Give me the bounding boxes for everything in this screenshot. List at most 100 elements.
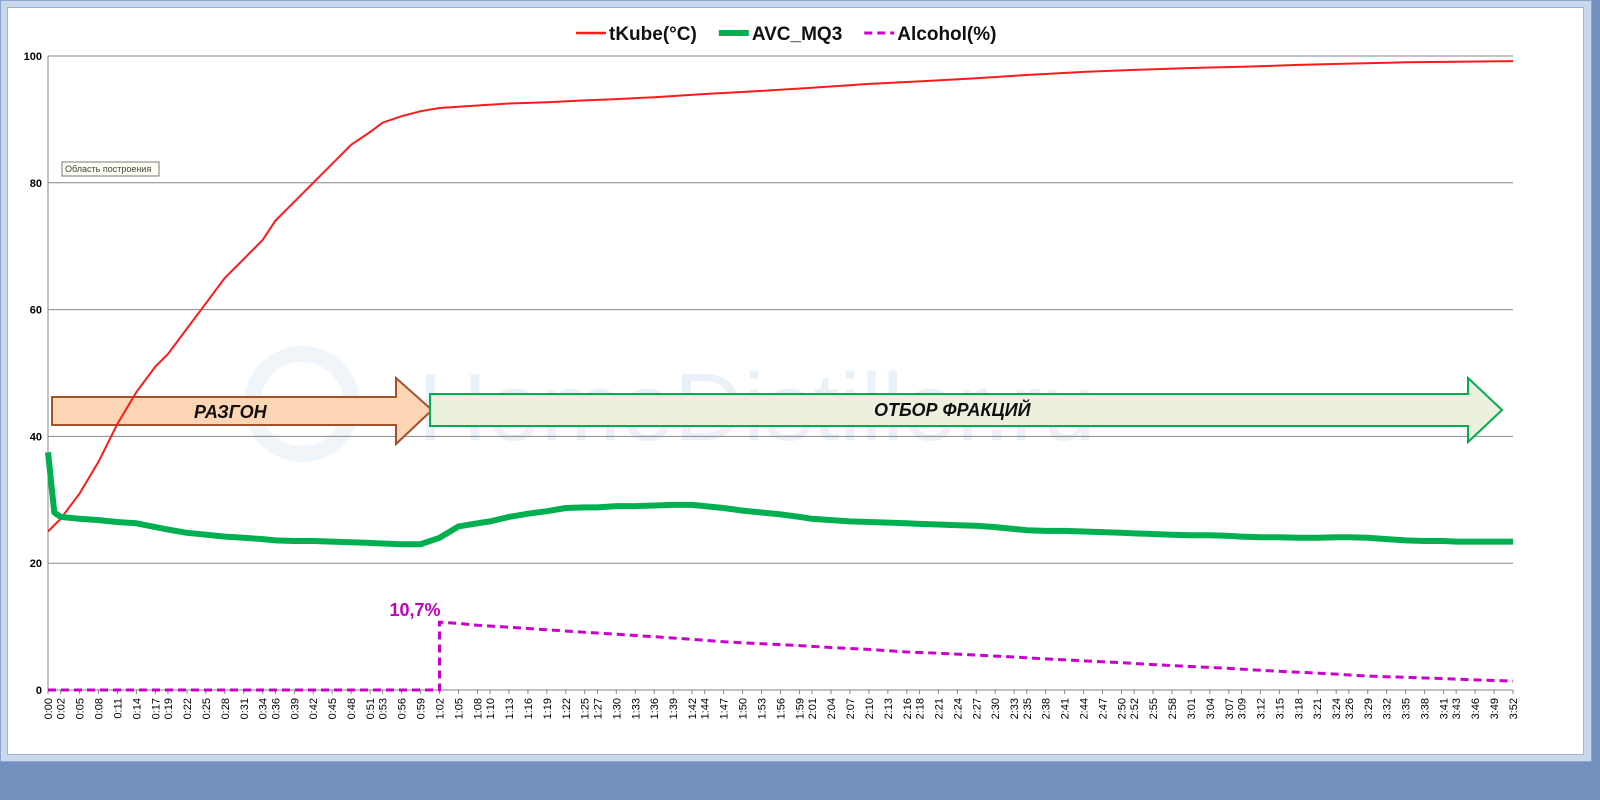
x-tick-label: 0:56 <box>397 698 409 719</box>
x-tick-label: 1:25 <box>580 698 592 719</box>
x-tick-label: 3:09 <box>1236 698 1248 719</box>
x-tick-label: 2:21 <box>933 698 945 719</box>
legend-item-1[interactable]: AVC_MQ3 <box>718 24 842 45</box>
series-line-2 <box>48 620 1514 692</box>
x-tick-label: 1:13 <box>504 698 516 719</box>
x-tick-label: 0:11 <box>112 698 124 719</box>
x-tick-label: 3:52 <box>1508 698 1520 719</box>
x-tick-label: 0:00 <box>43 698 55 719</box>
legend-label: AVC_MQ3 <box>752 24 842 45</box>
x-tick-label: 2:35 <box>1022 698 1034 719</box>
x-tick-label: 0:05 <box>75 698 87 719</box>
x-tick-label: 1:16 <box>523 698 535 719</box>
x-tick-label: 0:45 <box>327 698 339 719</box>
x-tick-label: 1:27 <box>592 698 604 719</box>
legend-label: tKube(°C) <box>609 24 697 45</box>
x-tick-label: 3:18 <box>1293 698 1305 719</box>
plot-area-tooltip: Область построения <box>61 161 160 177</box>
x-tick-label: 2:18 <box>914 698 926 719</box>
x-tick-label: 2:16 <box>902 698 914 719</box>
x-tick-label: 3:24 <box>1331 698 1343 719</box>
x-tick-label: 3:15 <box>1274 698 1286 719</box>
x-tick-label: 1:56 <box>776 698 788 719</box>
arrow-razgon-label: РАЗГОН <box>194 402 268 422</box>
x-tick-label: 3:12 <box>1255 698 1267 719</box>
x-tick-label: 1:36 <box>649 698 661 719</box>
x-tick-label: 0:17 <box>150 698 162 719</box>
gridlines <box>48 55 1513 564</box>
x-tick-label: 0:28 <box>220 698 232 719</box>
x-tick-label: 0:51 <box>365 698 377 719</box>
x-tick-label: 1:02 <box>435 698 447 719</box>
x-tick-label: 2:55 <box>1148 698 1160 719</box>
y-tick-label: 100 <box>24 51 42 63</box>
x-tick-label: 1:05 <box>453 698 465 719</box>
x-tick-label: 3:32 <box>1382 698 1394 719</box>
x-tick-label: 1:10 <box>485 698 497 719</box>
y-tick-label: 0 <box>36 685 42 697</box>
y-axis-ticks: 0 20 40 60 80 100 <box>24 51 42 697</box>
x-tick-label: 1:19 <box>542 698 554 719</box>
chart-window-frame: HomeDistiller.ru 020406080100 0:000:020:… <box>0 0 1592 762</box>
x-tick-label: 2:04 <box>826 698 838 719</box>
x-tick-label: 1:33 <box>630 698 642 719</box>
x-tick-label: 0:59 <box>416 698 428 719</box>
x-tick-label: 1:44 <box>700 698 712 719</box>
x-tick-label: 0:34 <box>258 698 270 719</box>
legend[interactable]: tKube(°C) AVC_MQ3 Alcohol(%) <box>576 24 996 45</box>
chart-area[interactable]: HomeDistiller.ru 020406080100 0:000:020:… <box>7 7 1584 755</box>
x-tick-label: 1:42 <box>687 698 699 719</box>
x-tick-label: 0:53 <box>378 698 390 719</box>
x-tick-label: 1:53 <box>757 698 769 719</box>
x-tick-label: 1:08 <box>472 698 484 719</box>
x-tick-label: 3:26 <box>1344 698 1356 719</box>
x-tick-label: 2:38 <box>1041 698 1053 719</box>
peak-annotation: 10,7% <box>390 600 441 620</box>
y-tick-label: 80 <box>30 178 42 190</box>
x-tick-label: 0:22 <box>182 698 194 719</box>
x-tick-label: 2:24 <box>952 698 964 719</box>
x-tick-label: 2:07 <box>845 698 857 719</box>
x-tick-label: 1:50 <box>738 698 750 719</box>
x-axis-ticks: 0:00 0:02 0:05 0:08 0:11 0:14 0:17 0:19 0:22 0:25… <box>43 690 1520 719</box>
x-tick-label: 3:49 <box>1489 698 1501 719</box>
x-tick-label: 2:58 <box>1167 698 1179 719</box>
x-tick-label: 0:08 <box>94 698 106 719</box>
x-tick-label: 0:25 <box>201 698 213 719</box>
x-tick-label: 1:39 <box>668 698 680 719</box>
series-line-1 <box>45 451 1513 548</box>
x-tick-label: 0:14 <box>131 698 143 719</box>
x-tick-label: 3:29 <box>1363 698 1375 719</box>
x-tick-label: 0:31 <box>239 698 251 719</box>
x-tick-label: 2:10 <box>864 698 876 719</box>
x-tick-label: 1:47 <box>719 698 731 719</box>
y-tick-label: 20 <box>30 558 42 570</box>
x-tick-label: 1:22 <box>561 698 573 719</box>
y-tick-label: 60 <box>30 305 42 317</box>
x-tick-label: 1:59 <box>794 698 806 719</box>
x-tick-label: 0:19 <box>163 698 175 719</box>
legend-item-0[interactable]: tKube(°C) <box>576 24 697 45</box>
x-tick-label: 2:41 <box>1060 698 1072 719</box>
x-tick-label: 3:07 <box>1224 698 1236 719</box>
x-tick-label: 2:27 <box>971 698 983 719</box>
legend-label: Alcohol(%) <box>897 24 996 45</box>
x-tick-label: 2:47 <box>1098 698 1110 719</box>
x-tick-label: 1:30 <box>611 698 623 719</box>
x-tick-label: 3:35 <box>1401 698 1413 719</box>
x-tick-label: 2:52 <box>1129 698 1141 719</box>
x-tick-label: 0:36 <box>270 698 282 719</box>
x-tick-label: 2:50 <box>1116 698 1128 719</box>
y-tick-label: 40 <box>30 431 42 443</box>
legend-item-2[interactable]: Alcohol(%) <box>864 24 996 45</box>
tooltip-text: Область построения <box>65 164 151 174</box>
x-tick-label: 0:02 <box>56 698 68 719</box>
x-tick-label: 3:01 <box>1186 698 1198 719</box>
x-tick-label: 0:42 <box>308 698 320 719</box>
x-tick-label: 2:13 <box>883 698 895 719</box>
arrow-otbor-label: ОТБОР ФРАКЦИЙ <box>874 399 1032 420</box>
x-tick-label: 2:44 <box>1079 698 1091 719</box>
line-chart: HomeDistiller.ru 020406080100 0:000:020:… <box>24 24 1520 719</box>
x-tick-label: 0:39 <box>289 698 301 719</box>
x-tick-label: 2:33 <box>1009 698 1021 719</box>
